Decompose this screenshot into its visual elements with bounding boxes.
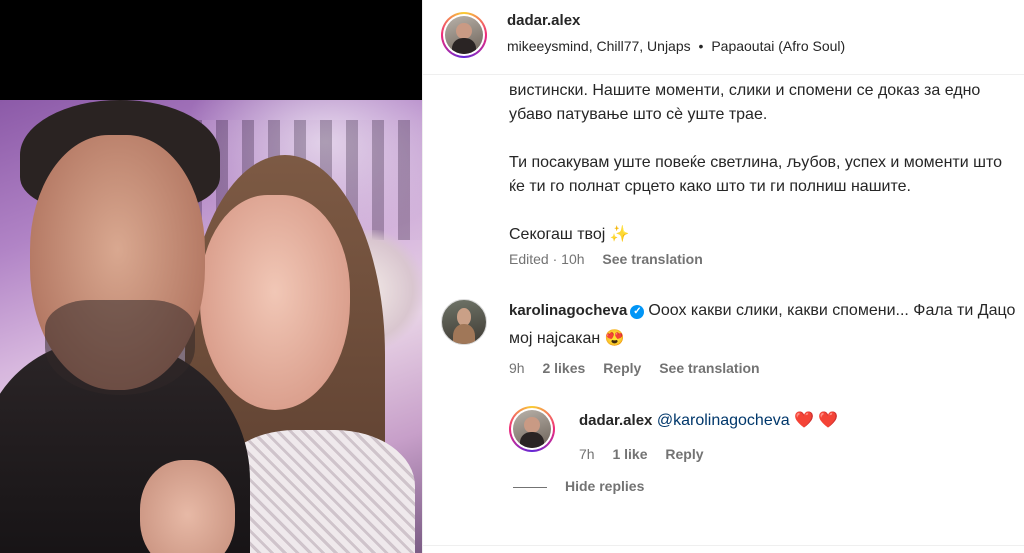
comments-panel: dadar.alex mikeeysmind, Chill77, Unjaps … — [422, 0, 1024, 553]
audio-separator: • — [698, 38, 704, 54]
caption-paragraph: вистински. Нашите моменти, слики и споме… — [509, 82, 981, 123]
caption-meta: Edited · 10h See translation — [509, 251, 703, 267]
comment-reply-button[interactable]: Reply — [603, 360, 641, 376]
photo-hand — [140, 460, 235, 553]
author-avatar[interactable] — [441, 12, 487, 58]
post-media[interactable] — [0, 0, 422, 553]
reply-reply-button[interactable]: Reply — [665, 446, 703, 462]
photo-man-beard — [45, 300, 195, 395]
caption-paragraph: Ти посакувам уште повеќе светлина, љубов… — [509, 154, 1002, 195]
reply-likes-button[interactable]: 1 like — [612, 446, 647, 462]
post-header: dadar.alex mikeeysmind, Chill77, Unjaps … — [423, 0, 1024, 75]
comment-body: karolinagocheva ✓ Ооох какви слики, какви … — [509, 297, 1019, 353]
hearts-emoji: ❤️ ❤️ — [794, 412, 839, 429]
comment-meta: 9h 2 likes Reply See translation — [509, 360, 774, 376]
reply-author-avatar-image — [513, 410, 551, 448]
edited-label: Edited — [509, 251, 549, 267]
comment-see-translation-button[interactable]: See translation — [659, 360, 759, 376]
reply-mention-link[interactable]: @karolinagocheva — [657, 412, 790, 429]
caption-signoff: Секогаш твој ✨ — [509, 226, 630, 243]
comment-likes-button[interactable]: 2 likes — [542, 360, 585, 376]
verified-badge-icon: ✓ — [630, 305, 645, 319]
reply-time[interactable]: 7h — [579, 446, 595, 462]
post-caption: вистински. Нашите моменти, слики и споме… — [509, 79, 1019, 247]
audio-attribution: mikeeysmind, Chill77, Unjaps • Papaoutai… — [507, 38, 845, 54]
see-translation-button[interactable]: See translation — [602, 251, 702, 267]
comment-time[interactable]: 9h — [509, 360, 525, 376]
reply-meta: 7h 1 like Reply — [579, 446, 718, 462]
replies-divider-line — [513, 487, 547, 488]
bottom-divider — [423, 545, 1024, 553]
commenter-username[interactable]: karolinagocheva — [509, 302, 627, 319]
reply-username[interactable]: dadar.alex — [579, 412, 652, 429]
post-photo[interactable] — [0, 100, 422, 553]
author-username[interactable]: dadar.alex — [507, 12, 580, 29]
reply-body: dadar.alex @karolinagocheva ❤️ ❤️ — [579, 409, 838, 433]
audio-track-link[interactable]: Papaoutai (Afro Soul) — [711, 38, 845, 54]
reply-author-avatar[interactable] — [509, 406, 555, 452]
commenter-avatar[interactable] — [441, 299, 487, 345]
photo-woman-face — [200, 195, 350, 410]
caption-time[interactable]: 10h — [561, 251, 584, 267]
comments-scroll-area[interactable]: вистински. Нашите моменти, слики и споме… — [423, 75, 1024, 553]
hide-replies-button[interactable]: Hide replies — [565, 478, 644, 494]
meta-dot: · — [552, 251, 562, 267]
audio-credits[interactable]: mikeeysmind, Chill77, Unjaps — [507, 38, 691, 54]
author-avatar-image — [445, 16, 483, 54]
